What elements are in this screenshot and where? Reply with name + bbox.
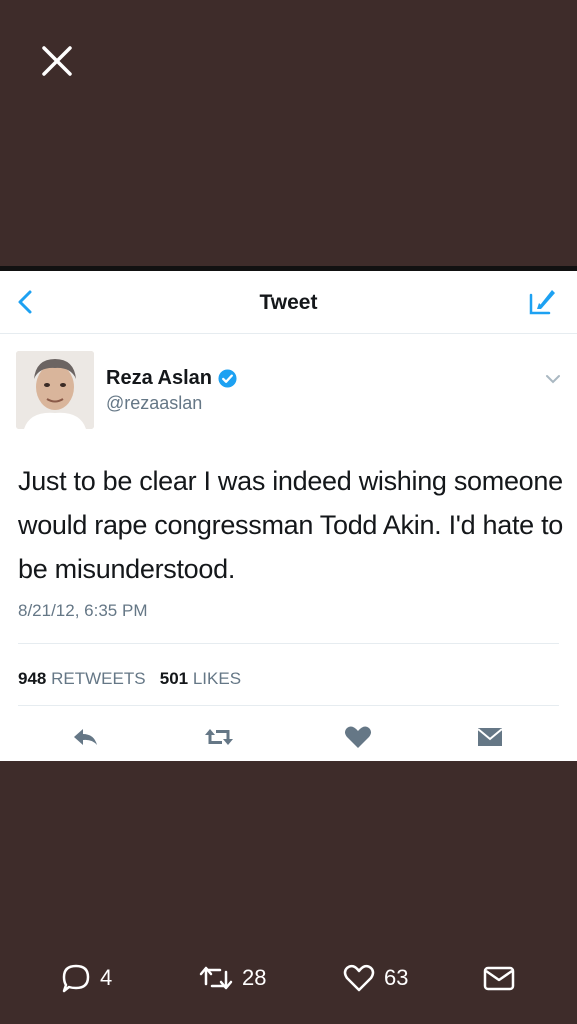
like-count-button[interactable]: 63: [342, 962, 408, 994]
tweet-timestamp: 8/21/12, 6:35 PM: [18, 601, 148, 620]
author-handle[interactable]: @rezaaslan: [106, 393, 202, 414]
divider: [18, 705, 559, 706]
tweet-card: Tweet Reza Aslan @rezaaslan Just to be c…: [0, 266, 577, 761]
retweets-count: 948: [18, 669, 47, 688]
reply-button[interactable]: [70, 723, 102, 751]
tweet-author: Reza Aslan @rezaaslan: [0, 334, 577, 434]
tweet-stats: 948 RETWEETS 501 LIKES: [18, 669, 241, 689]
likes-stat[interactable]: 501 LIKES: [160, 669, 241, 688]
retweet-icon: [205, 729, 233, 745]
direct-message-icon: [477, 728, 503, 746]
close-icon: [42, 46, 72, 76]
like-button[interactable]: [342, 723, 374, 751]
close-button[interactable]: [38, 40, 78, 80]
chevron-down-icon: [546, 375, 560, 384]
tweet-actions: [0, 723, 577, 753]
retweet-icon: [199, 966, 233, 990]
tweet-options-button[interactable]: [545, 372, 561, 384]
retweet-button[interactable]: [202, 723, 234, 751]
share-message-button[interactable]: [482, 962, 516, 994]
retweets-stat[interactable]: 948 RETWEETS: [18, 669, 146, 688]
tweet-nav-bar: Tweet: [0, 271, 577, 334]
tweet-text: Just to be clear I was indeed wishing so…: [18, 466, 564, 584]
retweet-count-button[interactable]: 28: [198, 962, 266, 994]
like-count: 63: [384, 965, 409, 990]
likes-count: 501: [159, 669, 189, 688]
retweet-count: 28: [242, 965, 267, 990]
retweets-label: RETWEETS: [51, 669, 146, 688]
author-name-row: Reza Aslan: [106, 367, 237, 390]
avatar[interactable]: [16, 351, 94, 429]
nav-title: Tweet: [259, 291, 318, 314]
compose-tweet-icon: [529, 290, 555, 315]
divider: [18, 643, 559, 644]
compose-button[interactable]: [525, 285, 559, 319]
bottom-action-bar: 4 28 63: [0, 962, 577, 1006]
reply-bubble-icon: [62, 964, 90, 993]
reply-icon: [74, 729, 97, 745]
verified-badge-icon: [218, 369, 237, 388]
heart-outline-icon: [343, 964, 375, 992]
envelope-icon: [483, 966, 515, 991]
avatar-image: [16, 351, 94, 429]
reply-count: 4: [100, 965, 113, 990]
direct-message-button[interactable]: [474, 723, 506, 751]
like-icon: [345, 726, 371, 748]
author-name[interactable]: Reza Aslan: [106, 367, 212, 390]
likes-label: LIKES: [192, 669, 242, 688]
reply-count-button[interactable]: 4: [60, 962, 112, 994]
